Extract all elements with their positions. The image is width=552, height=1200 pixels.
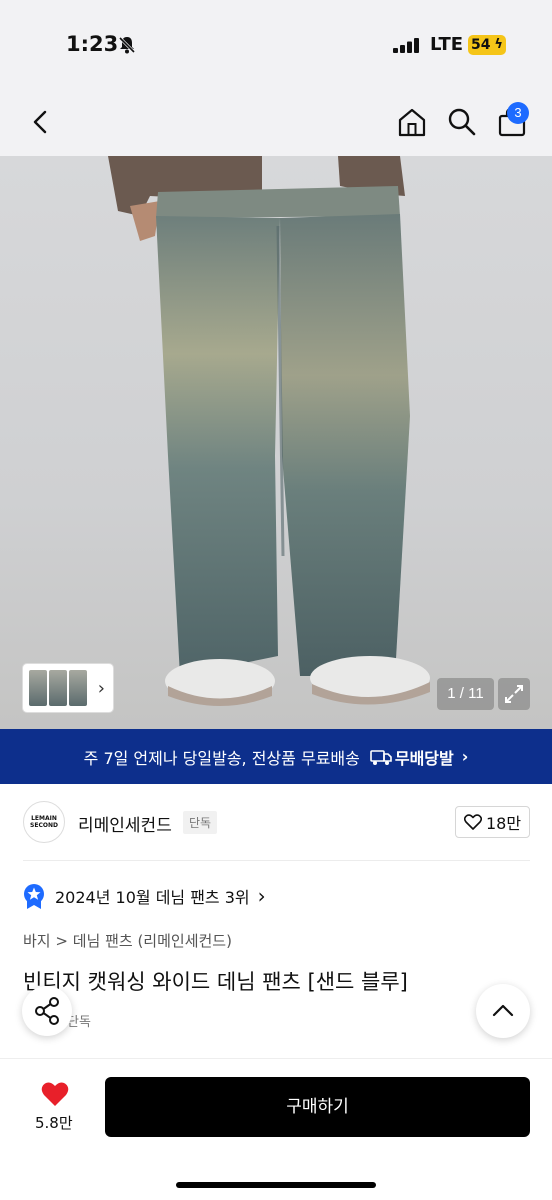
ranking-text: 2024년 10월 데님 팬츠 3위: [55, 888, 250, 907]
share-icon: [35, 997, 59, 1025]
free-delivery-badge: 무배당발 ›: [370, 745, 468, 769]
thumbnail-strip[interactable]: ›: [23, 664, 113, 712]
share-button[interactable]: [22, 986, 72, 1036]
thumbnail-1[interactable]: [29, 670, 47, 706]
delivery-text: 주 7일 언제나 당일발송, 전상품 무료배송: [83, 748, 360, 768]
brand-logo[interactable]: LEMAIN SECOND: [23, 801, 65, 843]
divider: [23, 860, 530, 861]
cellular-signal-icon: [393, 38, 419, 53]
wishlist-count: 5.8만: [35, 1114, 73, 1132]
delivery-badge-label: 무배당발: [394, 748, 454, 768]
bell-muted-icon: [118, 36, 136, 54]
scroll-to-top-button[interactable]: [476, 984, 530, 1038]
thumbnail-2[interactable]: [49, 670, 67, 706]
truck-icon: [370, 749, 392, 765]
network-type: LTE: [430, 34, 464, 55]
back-arrow-icon[interactable]: [26, 106, 58, 138]
charging-bolt-icon: ϟ: [494, 37, 503, 52]
battery-indicator: 54 ϟ: [468, 35, 506, 55]
product-photo: [108, 156, 430, 706]
product-image-gallery[interactable]: › 1 / 11: [0, 156, 552, 729]
chevron-right-icon: ›: [257, 884, 266, 908]
search-icon[interactable]: [446, 106, 478, 138]
brand-like-count: 18만: [485, 814, 522, 833]
ranking-row[interactable]: 2024년 10월 데님 팬츠 3위 ›: [23, 882, 266, 910]
bottom-action-bar: 5.8만 구매하기: [0, 1058, 552, 1200]
status-time: 1:23: [66, 32, 119, 56]
brand-name[interactable]: 리메인세컨드: [78, 811, 172, 836]
thumbnail-3[interactable]: [69, 670, 87, 706]
expand-button[interactable]: [498, 678, 530, 710]
delivery-banner[interactable]: 주 7일 언제나 당일발송, 전상품 무료배송 무배당발 ›: [0, 729, 552, 784]
chevron-up-icon: [492, 1004, 514, 1017]
brand-like-button[interactable]: 18만: [455, 806, 530, 838]
chevron-right-icon[interactable]: ›: [98, 678, 105, 699]
home-indicator: [176, 1182, 376, 1188]
home-icon[interactable]: [396, 106, 428, 138]
cart-count-badge: 3: [507, 102, 529, 124]
image-counter: 1 / 11: [437, 678, 494, 710]
expand-icon: [505, 685, 523, 703]
top-nav-bar: 3: [0, 88, 552, 156]
heart-filled-icon[interactable]: [41, 1081, 69, 1107]
status-bar: 1:23 LTE 54 ϟ: [0, 0, 552, 88]
brand-row: LEMAIN SECOND 리메인세컨드 단독 18만: [0, 800, 552, 848]
ranking-star-badge-icon: [24, 884, 44, 909]
buy-button[interactable]: 구매하기: [105, 1077, 530, 1137]
chevron-right-icon: ›: [461, 747, 469, 766]
battery-level: 54: [471, 37, 491, 53]
product-title: 빈티지 캣워싱 와이드 데님 팬츠 [샌드 블루]: [23, 970, 408, 994]
exclusive-tag: 단독: [183, 811, 218, 834]
breadcrumb[interactable]: 바지 > 데님 팬츠 (리메인세컨드): [23, 930, 232, 951]
heart-outline-icon: [463, 814, 482, 830]
